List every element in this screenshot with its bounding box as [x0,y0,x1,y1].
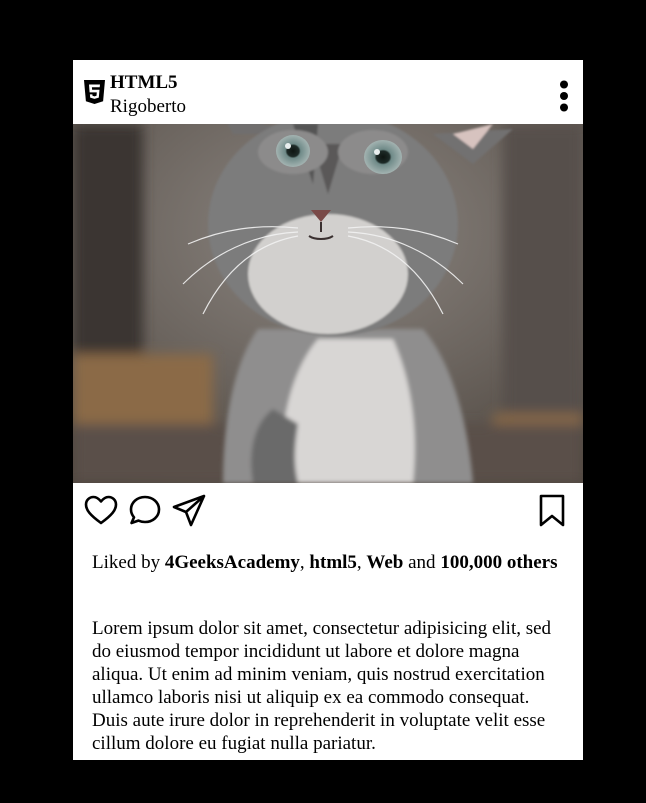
likes-separator: , [299,552,310,573]
likes-separator: , [356,552,367,573]
bookmark-outline-icon[interactable] [535,494,569,528]
post-caption: Lorem ipsum dolor sit amet, consectetur … [92,618,552,754]
liked-by-user-link[interactable]: Web [366,552,403,573]
heart-outline-icon[interactable] [84,494,118,528]
post-card: HTML5 Rigoberto Liked by 4GeeksAcademy, … [73,60,583,760]
post-image [73,124,583,483]
post-username[interactable]: Rigoberto [110,96,186,118]
brand-name[interactable]: HTML5 [110,72,178,94]
likes-prefix: Liked by [92,552,165,573]
vertical-dots-icon[interactable] [558,80,570,112]
speech-bubble-icon[interactable] [128,494,162,528]
post-header: HTML5 Rigoberto [73,60,583,124]
html5-logo-icon [84,80,105,104]
likes-text: Liked by 4GeeksAcademy, html5, Web and 1… [92,551,562,574]
liked-by-user-link[interactable]: 4GeeksAcademy [165,552,300,573]
likes-count-link[interactable]: 100,000 others [440,552,557,573]
liked-by-user-link[interactable]: html5 [309,552,357,573]
paper-plane-icon[interactable] [172,494,206,528]
post-actions [73,483,583,543]
likes-conjunction: and [403,552,441,573]
